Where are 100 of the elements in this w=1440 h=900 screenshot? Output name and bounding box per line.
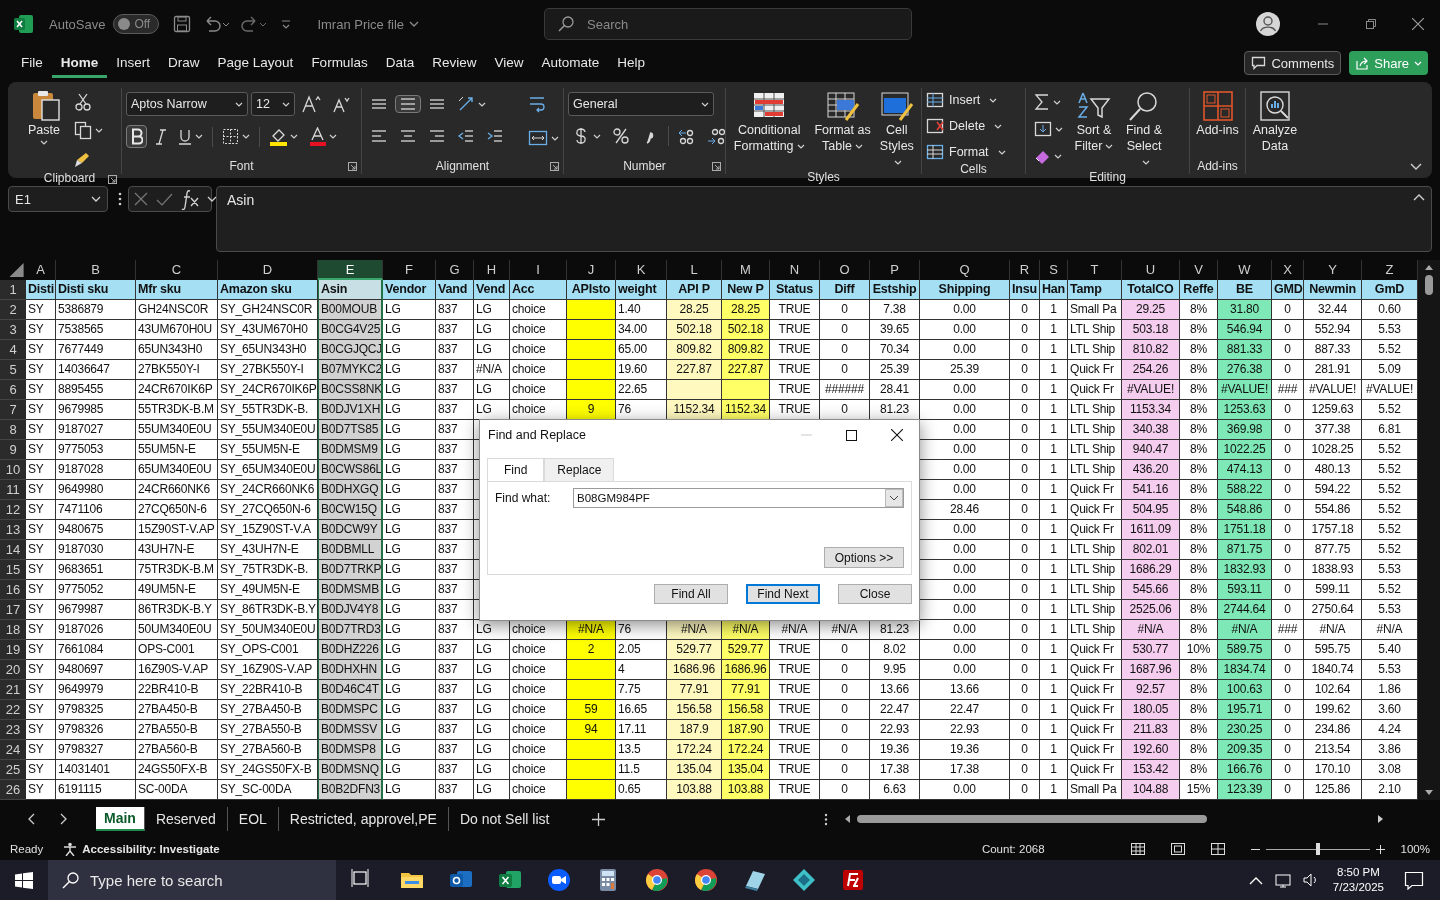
dialog-button[interactable]: Close [838, 584, 912, 604]
row-header[interactable]: 19 [0, 640, 26, 660]
menu-tab[interactable]: Review [423, 48, 486, 78]
sheet-tab[interactable]: Do not Sell list [448, 807, 561, 831]
add-sheet-icon[interactable] [592, 812, 606, 826]
excel-logo-icon[interactable] [14, 14, 33, 34]
launcher-icon[interactable] [712, 162, 721, 171]
tray-expand-icon[interactable] [1248, 875, 1263, 885]
previous-sheet-icon[interactable] [28, 813, 35, 825]
clock-date[interactable]: 7/23/2025 [1332, 880, 1384, 895]
select-all-icon[interactable] [0, 260, 26, 280]
customize-icon[interactable] [281, 19, 292, 29]
comments-button[interactable]: Comments [1244, 51, 1342, 75]
clock-time[interactable]: 8:50 PM [1337, 865, 1380, 880]
menu-tab[interactable]: Formulas [302, 48, 377, 78]
normal-view-icon[interactable] [1130, 843, 1145, 855]
row-header[interactable]: 14 [0, 540, 26, 560]
cancel-icon[interactable] [134, 192, 148, 206]
enter-icon[interactable] [156, 192, 173, 206]
find-what-field[interactable]: B08GM984PF [573, 488, 904, 508]
row-header[interactable]: 1 [0, 280, 26, 300]
column-header[interactable]: O [820, 260, 870, 280]
zoom-level[interactable]: 100% [1400, 843, 1430, 855]
row-header[interactable]: 3 [0, 320, 26, 340]
row-header[interactable]: 24 [0, 740, 26, 760]
menu-tab[interactable]: Draw [159, 48, 209, 78]
column-header[interactable]: Z [1362, 260, 1418, 280]
row-header[interactable]: 6 [0, 380, 26, 400]
delete-cells-button[interactable]: Delete [926, 116, 1006, 136]
column-header[interactable]: D [218, 260, 318, 280]
analyze-data-button[interactable]: Analyze Data [1250, 88, 1300, 154]
formula-field[interactable]: Asin [216, 186, 1432, 252]
middle-align-button[interactable] [395, 95, 421, 113]
column-header[interactable]: B [56, 260, 136, 280]
ftp-app-icon[interactable] [841, 868, 865, 892]
row-header[interactable]: 22 [0, 700, 26, 720]
column-header[interactable]: T [1068, 260, 1122, 280]
options-button[interactable]: Options >> [824, 547, 904, 568]
volume-icon[interactable] [1302, 872, 1317, 888]
scroll-thumb[interactable] [857, 815, 1208, 823]
row-header[interactable]: 20 [0, 660, 26, 680]
column-header[interactable]: Q [920, 260, 1010, 280]
close-icon[interactable] [891, 429, 903, 441]
maximize-icon[interactable] [846, 429, 857, 441]
name-box[interactable]: E1 [8, 186, 108, 212]
zoom-in-icon[interactable] [1375, 844, 1385, 854]
column-header[interactable]: E [318, 260, 383, 280]
dialog-button[interactable]: Find Next [746, 584, 820, 604]
format-as-table-button[interactable]: Format as Table [812, 88, 873, 154]
menu-tab[interactable]: Insert [107, 48, 160, 78]
font-size-dropdown[interactable]: 12 [251, 92, 295, 116]
column-header[interactable]: H [474, 260, 510, 280]
page-break-view-icon[interactable] [1210, 843, 1225, 855]
dialog-button[interactable]: Find All [654, 584, 728, 604]
vertical-scrollbar[interactable] [1418, 260, 1440, 800]
column-header[interactable]: I [510, 260, 567, 280]
column-header[interactable]: L [667, 260, 722, 280]
sort-filter-button[interactable]: Sort & Filter [1071, 88, 1117, 154]
sheet-tab[interactable]: Main [96, 807, 145, 831]
format-cells-button[interactable]: Format [926, 142, 1006, 162]
menu-tab[interactable]: Page Layout [208, 48, 303, 78]
tilted-card-icon[interactable] [743, 868, 767, 892]
find-select-button[interactable]: Find & Select [1121, 88, 1167, 170]
row-header[interactable]: 10 [0, 460, 26, 480]
row-header[interactable]: 25 [0, 760, 26, 780]
insert-cells-button[interactable]: Insert [926, 90, 1006, 110]
menu-tab[interactable]: File [12, 48, 52, 78]
column-header[interactable]: U [1122, 260, 1180, 280]
horizontal-scrollbar[interactable] [844, 812, 1385, 826]
row-header[interactable]: 5 [0, 360, 26, 380]
number-format-dropdown[interactable]: General [568, 92, 714, 116]
column-header[interactable]: S [1040, 260, 1068, 280]
row-header[interactable]: 15 [0, 560, 26, 580]
column-header[interactable]: J [567, 260, 616, 280]
column-header[interactable]: F [383, 260, 436, 280]
next-sheet-icon[interactable] [60, 813, 67, 825]
windows-start-icon[interactable] [15, 871, 33, 889]
column-header[interactable]: M [722, 260, 770, 280]
row-header[interactable]: 11 [0, 480, 26, 500]
column-header[interactable]: G [436, 260, 474, 280]
menu-tab[interactable]: Data [376, 48, 424, 78]
column-header[interactable]: Y [1304, 260, 1362, 280]
file-name-button[interactable]: Imran Price file [317, 16, 420, 32]
page-layout-view-icon[interactable] [1170, 843, 1185, 855]
menu-tab[interactable]: Help [608, 48, 655, 78]
sheet-tab[interactable]: Reserved [144, 807, 228, 831]
search-field[interactable]: Search [544, 8, 912, 40]
video-call-app-icon[interactable] [547, 868, 571, 892]
browser-icon[interactable] [694, 868, 718, 892]
column-header[interactable]: C [136, 260, 218, 280]
column-header[interactable]: N [770, 260, 820, 280]
row-header[interactable]: 26 [0, 780, 26, 800]
dialog-tab[interactable]: Find [487, 458, 545, 481]
menu-tab[interactable]: Automate [532, 48, 609, 78]
collapse-ribbon-icon[interactable] [1410, 163, 1422, 170]
row-header[interactable]: 13 [0, 520, 26, 540]
launcher-icon[interactable] [108, 175, 117, 184]
browser-icon[interactable] [645, 868, 669, 892]
column-header[interactable]: A [26, 260, 56, 280]
launcher-icon[interactable] [348, 162, 357, 171]
